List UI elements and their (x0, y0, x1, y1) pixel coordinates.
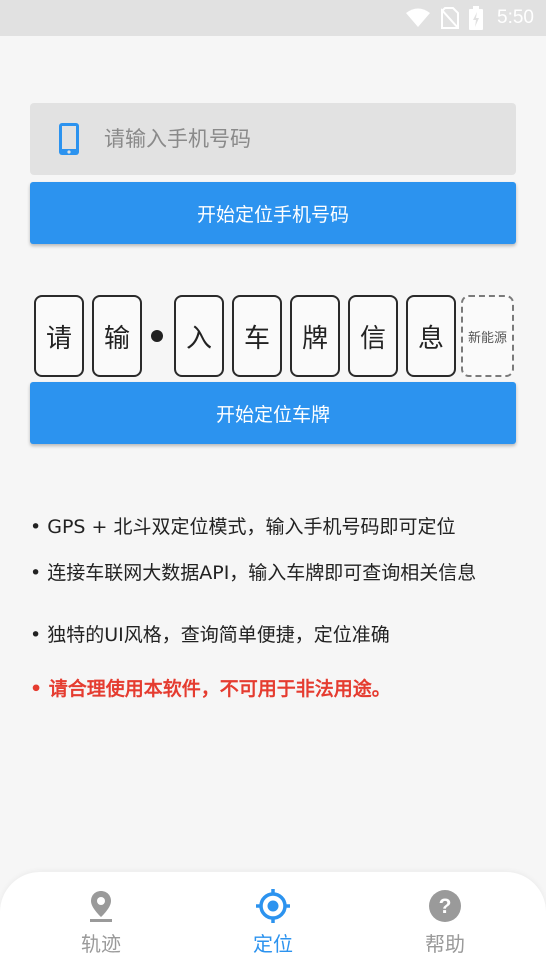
plate-char-box[interactable]: 信 (348, 295, 398, 377)
locate-plate-button[interactable]: 开始定位车牌 (30, 382, 516, 444)
screen: 5:50 开始定位手机号码 请 输 入 车 牌 信 息 新能源 开始定位车牌 •… (0, 0, 546, 972)
phone-number-input[interactable] (104, 103, 516, 175)
status-time: 5:50 (497, 7, 534, 28)
new-energy-plate-box[interactable]: 新能源 (461, 295, 514, 377)
plate-char-box[interactable]: 输 (92, 295, 142, 377)
feature-item: • GPS + 北斗双定位模式，输入手机号码即可定位 (30, 516, 456, 538)
plate-char-box[interactable]: 入 (174, 295, 224, 377)
usage-warning: • 请合理使用本软件，不可用于非法用途。 (30, 678, 391, 700)
locate-phone-button[interactable]: 开始定位手机号码 (30, 182, 516, 244)
plate-separator-dot (151, 330, 163, 342)
no-sim-icon (441, 7, 460, 29)
plate-char-box[interactable]: 车 (232, 295, 282, 377)
feature-item: • 独特的UI风格，查询简单便捷，定位准确 (30, 624, 390, 646)
crosshair-icon (255, 888, 291, 924)
bottom-nav: 轨迹 定位 ? 帮助 (0, 872, 546, 972)
nav-label: 轨迹 (81, 932, 121, 956)
plate-char-box[interactable]: 牌 (290, 295, 340, 377)
plate-char-box[interactable]: 请 (34, 295, 84, 377)
nav-item-locate[interactable]: 定位 (223, 888, 323, 958)
nav-label: 定位 (253, 932, 293, 956)
svg-text:?: ? (439, 895, 452, 918)
phone-icon (52, 119, 86, 159)
nav-item-help[interactable]: ? 帮助 (395, 888, 495, 958)
phone-input-box[interactable] (30, 103, 516, 175)
wifi-icon (405, 8, 431, 28)
plate-input-row: 请 输 入 车 牌 信 息 新能源 (0, 295, 546, 377)
nav-label: 帮助 (425, 932, 465, 956)
status-bar: 5:50 (0, 0, 546, 36)
plate-char-box[interactable]: 息 (406, 295, 456, 377)
nav-item-track[interactable]: 轨迹 (51, 888, 151, 958)
battery-charging-icon (469, 6, 484, 30)
help-icon: ? (427, 888, 463, 924)
feature-item: • 连接车联网大数据API，输入车牌即可查询相关信息 (30, 562, 477, 584)
location-pin-icon (83, 888, 119, 924)
